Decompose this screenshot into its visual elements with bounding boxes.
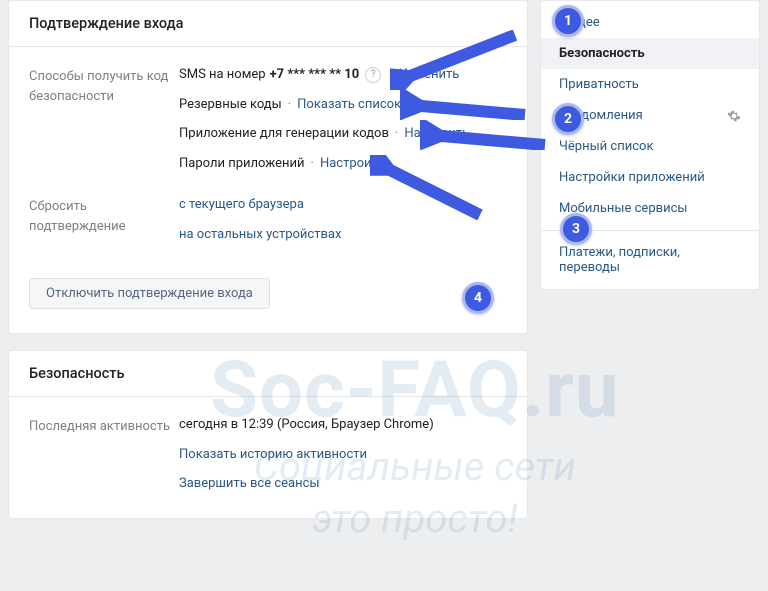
reset-other-devices-link[interactable]: на остальных устройствах: [179, 225, 507, 245]
app-passwords-line: Пароли приложений · Настроить: [179, 154, 507, 174]
sms-text: SMS на номер: [179, 65, 266, 85]
change-sms-link[interactable]: Изменить: [399, 65, 460, 85]
end-all-sessions-link[interactable]: Завершить все сеансы: [179, 474, 507, 494]
annotation-badge-4: 4: [462, 282, 494, 314]
nav-privacy[interactable]: Приватность: [541, 69, 759, 100]
separator-dot: ·: [309, 154, 316, 174]
sms-number: +7 *** *** ** 10: [270, 65, 360, 85]
sms-method-line: SMS на номер +7 *** *** ** 10 ? · Измени…: [179, 65, 507, 85]
methods-label: Способы получить код безопасности: [29, 65, 179, 106]
show-backup-codes-link[interactable]: Показать список: [297, 95, 401, 115]
settings-nav: Общее Безопасность Приватность Уведомлен…: [540, 0, 760, 290]
reset-confirmation-row: Сбросить подтверждение с текущего браузе…: [29, 191, 507, 262]
last-activity-label: Последняя активность: [29, 415, 179, 437]
show-activity-history-link[interactable]: Показать историю активности: [179, 445, 507, 465]
backup-codes-line: Резервные коды · Показать список: [179, 95, 507, 115]
reset-current-browser-link[interactable]: с текущего браузера: [179, 195, 507, 215]
annotation-badge-3: 3: [560, 213, 592, 245]
nav-security[interactable]: Безопасность: [541, 38, 759, 69]
separator-dot: ·: [286, 95, 293, 115]
nav-blacklist[interactable]: Чёрный список: [541, 131, 759, 162]
app-passwords-text: Пароли приложений: [179, 154, 305, 174]
backup-codes-text: Резервные коды: [179, 95, 282, 115]
login-confirmation-title: Подтверждение входа: [9, 1, 527, 47]
login-confirmation-card: Подтверждение входа Способы получить код…: [8, 0, 528, 334]
security-code-methods-row: Способы получить код безопасности SMS на…: [29, 61, 507, 191]
separator-dot: ·: [393, 124, 400, 144]
last-activity-value: сегодня в 12:39 (Россия, Браузер Chrome): [179, 415, 507, 435]
separator-dot: ·: [387, 65, 394, 85]
disable-confirmation-button[interactable]: Отключить подтверждение входа: [29, 278, 270, 309]
code-app-line: Приложение для генерации кодов · Настрои…: [179, 124, 507, 144]
security-title: Безопасность: [9, 351, 527, 397]
reset-label: Сбросить подтверждение: [29, 195, 179, 236]
code-app-text: Приложение для генерации кодов: [179, 124, 389, 144]
configure-code-app-link[interactable]: Настроить: [404, 124, 469, 144]
configure-app-passwords-link[interactable]: Настроить: [320, 154, 385, 174]
security-card: Безопасность Последняя активность сегодн…: [8, 350, 528, 519]
gear-icon[interactable]: [727, 109, 741, 123]
annotation-badge-1: 1: [552, 5, 584, 37]
nav-app-settings[interactable]: Настройки приложений: [541, 162, 759, 193]
help-icon[interactable]: ?: [365, 67, 381, 83]
annotation-badge-2: 2: [552, 103, 584, 135]
last-activity-row: Последняя активность сегодня в 12:39 (Ро…: [29, 411, 507, 512]
